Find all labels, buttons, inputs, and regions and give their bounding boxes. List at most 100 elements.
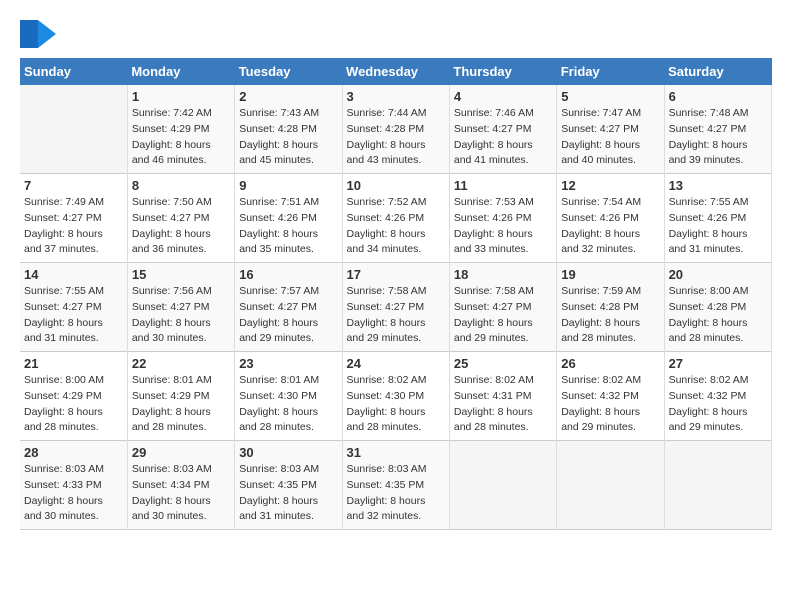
- day-number: 28: [24, 445, 123, 460]
- week-row-1: 1 Sunrise: 7:42 AMSunset: 4:29 PMDaylight…: [20, 85, 772, 174]
- day-info: Sunrise: 8:00 AMSunset: 4:28 PMDaylight:…: [669, 284, 767, 347]
- day-cell: 29 Sunrise: 8:03 AMSunset: 4:34 PMDayligh…: [127, 441, 234, 530]
- day-info: Sunrise: 8:01 AMSunset: 4:29 PMDaylight:…: [132, 373, 230, 436]
- day-cell: 21 Sunrise: 8:00 AMSunset: 4:29 PMDayligh…: [20, 352, 127, 441]
- calendar-body: 1 Sunrise: 7:42 AMSunset: 4:29 PMDaylight…: [20, 85, 772, 530]
- day-cell: [664, 441, 771, 530]
- day-cell: 7 Sunrise: 7:49 AMSunset: 4:27 PMDaylight…: [20, 174, 127, 263]
- day-cell: 16 Sunrise: 7:57 AMSunset: 4:27 PMDayligh…: [235, 263, 342, 352]
- day-number: 18: [454, 267, 552, 282]
- day-cell: 31 Sunrise: 8:03 AMSunset: 4:35 PMDayligh…: [342, 441, 449, 530]
- page-header: [20, 20, 772, 48]
- day-info: Sunrise: 7:55 AMSunset: 4:26 PMDaylight:…: [669, 195, 767, 258]
- day-number: 3: [347, 89, 445, 104]
- day-info: Sunrise: 7:47 AMSunset: 4:27 PMDaylight:…: [561, 106, 659, 169]
- day-cell: [449, 441, 556, 530]
- weekday-header-wednesday: Wednesday: [342, 58, 449, 85]
- day-info: Sunrise: 7:55 AMSunset: 4:27 PMDaylight:…: [24, 284, 123, 347]
- day-cell: 5 Sunrise: 7:47 AMSunset: 4:27 PMDaylight…: [557, 85, 664, 174]
- day-cell: [557, 441, 664, 530]
- day-info: Sunrise: 7:50 AMSunset: 4:27 PMDaylight:…: [132, 195, 230, 258]
- day-number: 10: [347, 178, 445, 193]
- day-cell: 4 Sunrise: 7:46 AMSunset: 4:27 PMDaylight…: [449, 85, 556, 174]
- weekday-header-tuesday: Tuesday: [235, 58, 342, 85]
- week-row-4: 21 Sunrise: 8:00 AMSunset: 4:29 PMDayligh…: [20, 352, 772, 441]
- day-info: Sunrise: 7:44 AMSunset: 4:28 PMDaylight:…: [347, 106, 445, 169]
- day-info: Sunrise: 7:56 AMSunset: 4:27 PMDaylight:…: [132, 284, 230, 347]
- weekday-header-friday: Friday: [557, 58, 664, 85]
- day-cell: 17 Sunrise: 7:58 AMSunset: 4:27 PMDayligh…: [342, 263, 449, 352]
- day-number: 23: [239, 356, 337, 371]
- day-cell: [20, 85, 127, 174]
- day-cell: 24Sunrise: 8:02 AMSunset: 4:30 PMDayligh…: [342, 352, 449, 441]
- weekday-header-sunday: Sunday: [20, 58, 127, 85]
- week-row-3: 14 Sunrise: 7:55 AMSunset: 4:27 PMDayligh…: [20, 263, 772, 352]
- day-info: Sunrise: 7:52 AMSunset: 4:26 PMDaylight:…: [347, 195, 445, 258]
- day-cell: 18 Sunrise: 7:58 AMSunset: 4:27 PMDayligh…: [449, 263, 556, 352]
- logo-icon: [20, 20, 56, 48]
- day-info: Sunrise: 7:58 AMSunset: 4:27 PMDaylight:…: [347, 284, 445, 347]
- logo: [20, 20, 60, 48]
- day-number: 15: [132, 267, 230, 282]
- day-info: Sunrise: 8:02 AMSunset: 4:32 PMDaylight:…: [669, 373, 767, 436]
- weekday-row: SundayMondayTuesdayWednesdayThursdayFrid…: [20, 58, 772, 85]
- day-number: 12: [561, 178, 659, 193]
- day-info: Sunrise: 8:00 AMSunset: 4:29 PMDaylight:…: [24, 373, 123, 436]
- day-info: Sunrise: 8:01 AMSunset: 4:30 PMDaylight:…: [239, 373, 337, 436]
- day-cell: 9Sunrise: 7:51 AMSunset: 4:26 PMDaylight…: [235, 174, 342, 263]
- day-number: 5: [561, 89, 659, 104]
- day-cell: 12Sunrise: 7:54 AMSunset: 4:26 PMDayligh…: [557, 174, 664, 263]
- weekday-header-monday: Monday: [127, 58, 234, 85]
- day-cell: 28 Sunrise: 8:03 AMSunset: 4:33 PMDayligh…: [20, 441, 127, 530]
- day-cell: 23 Sunrise: 8:01 AMSunset: 4:30 PMDayligh…: [235, 352, 342, 441]
- day-cell: 25Sunrise: 8:02 AMSunset: 4:31 PMDayligh…: [449, 352, 556, 441]
- day-number: 20: [669, 267, 767, 282]
- day-number: 16: [239, 267, 337, 282]
- day-number: 7: [24, 178, 123, 193]
- day-info: Sunrise: 7:42 AMSunset: 4:29 PMDaylight:…: [132, 106, 230, 169]
- day-info: Sunrise: 7:49 AMSunset: 4:27 PMDaylight:…: [24, 195, 123, 258]
- day-cell: 27 Sunrise: 8:02 AMSunset: 4:32 PMDayligh…: [664, 352, 771, 441]
- day-info: Sunrise: 7:43 AMSunset: 4:28 PMDaylight:…: [239, 106, 337, 169]
- day-cell: 2 Sunrise: 7:43 AMSunset: 4:28 PMDaylight…: [235, 85, 342, 174]
- day-info: Sunrise: 7:46 AMSunset: 4:27 PMDaylight:…: [454, 106, 552, 169]
- weekday-header-thursday: Thursday: [449, 58, 556, 85]
- day-cell: 14 Sunrise: 7:55 AMSunset: 4:27 PMDayligh…: [20, 263, 127, 352]
- day-cell: 22 Sunrise: 8:01 AMSunset: 4:29 PMDayligh…: [127, 352, 234, 441]
- day-info: Sunrise: 8:02 AMSunset: 4:32 PMDaylight:…: [561, 373, 659, 436]
- day-cell: 10 Sunrise: 7:52 AMSunset: 4:26 PMDayligh…: [342, 174, 449, 263]
- day-number: 1: [132, 89, 230, 104]
- weekday-header-saturday: Saturday: [664, 58, 771, 85]
- day-info: Sunrise: 8:02 AMSunset: 4:31 PMDaylight:…: [454, 373, 552, 436]
- day-number: 29: [132, 445, 230, 460]
- day-number: 2: [239, 89, 337, 104]
- week-row-5: 28 Sunrise: 8:03 AMSunset: 4:33 PMDayligh…: [20, 441, 772, 530]
- day-number: 24: [347, 356, 445, 371]
- day-number: 17: [347, 267, 445, 282]
- day-info: Sunrise: 7:58 AMSunset: 4:27 PMDaylight:…: [454, 284, 552, 347]
- day-number: 30: [239, 445, 337, 460]
- day-cell: 19Sunrise: 7:59 AMSunset: 4:28 PMDayligh…: [557, 263, 664, 352]
- day-cell: 30Sunrise: 8:03 AMSunset: 4:35 PMDayligh…: [235, 441, 342, 530]
- day-cell: 20 Sunrise: 8:00 AMSunset: 4:28 PMDayligh…: [664, 263, 771, 352]
- day-number: 14: [24, 267, 123, 282]
- day-number: 8: [132, 178, 230, 193]
- day-info: Sunrise: 7:57 AMSunset: 4:27 PMDaylight:…: [239, 284, 337, 347]
- day-number: 22: [132, 356, 230, 371]
- day-number: 13: [669, 178, 767, 193]
- day-info: Sunrise: 8:03 AMSunset: 4:34 PMDaylight:…: [132, 462, 230, 525]
- day-number: 26: [561, 356, 659, 371]
- day-cell: 1 Sunrise: 7:42 AMSunset: 4:29 PMDaylight…: [127, 85, 234, 174]
- day-cell: 8 Sunrise: 7:50 AMSunset: 4:27 PMDaylight…: [127, 174, 234, 263]
- day-number: 27: [669, 356, 767, 371]
- day-number: 19: [561, 267, 659, 282]
- day-number: 9: [239, 178, 337, 193]
- day-number: 4: [454, 89, 552, 104]
- day-number: 6: [669, 89, 767, 104]
- day-cell: 26 Sunrise: 8:02 AMSunset: 4:32 PMDayligh…: [557, 352, 664, 441]
- day-info: Sunrise: 8:03 AMSunset: 4:33 PMDaylight:…: [24, 462, 123, 525]
- day-number: 31: [347, 445, 445, 460]
- day-info: Sunrise: 8:03 AMSunset: 4:35 PMDaylight:…: [347, 462, 445, 525]
- day-info: Sunrise: 7:48 AMSunset: 4:27 PMDaylight:…: [669, 106, 767, 169]
- day-number: 21: [24, 356, 123, 371]
